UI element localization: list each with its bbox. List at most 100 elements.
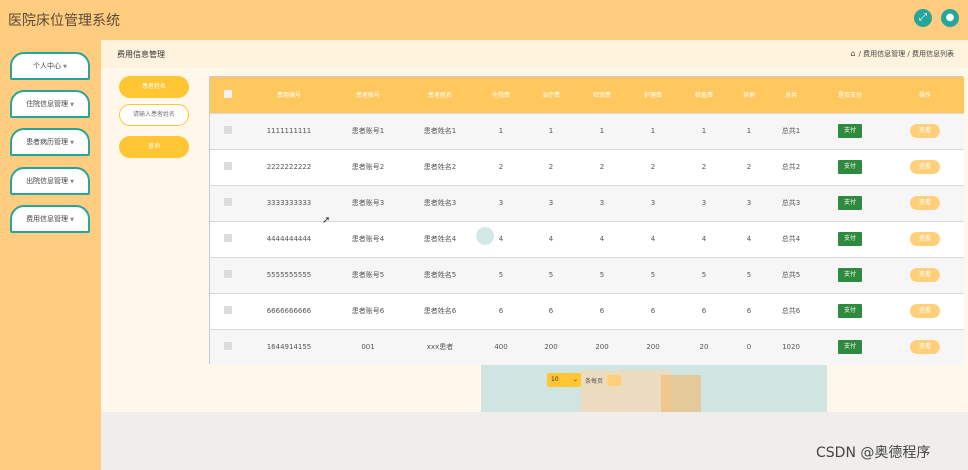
cell-nursing-fee: 2 — [650, 163, 656, 171]
cell-account: 患者账号4 — [351, 235, 385, 243]
pay-button[interactable]: 支付 — [838, 196, 862, 210]
row-checkbox[interactable] — [224, 162, 232, 170]
sidebar-item-medical-records[interactable]: 患者病历管理 ▼ — [10, 128, 90, 156]
cell-total: 总共2 — [781, 163, 801, 171]
sidebar-item-discharge[interactable]: 出院信息管理 ▼ — [10, 167, 90, 195]
cell-name: xxx患者 — [426, 343, 454, 352]
query-button[interactable]: 查询 — [119, 136, 189, 158]
view-button[interactable]: 查看 — [910, 268, 940, 282]
cell-total: 1020 — [782, 343, 800, 352]
view-button[interactable]: 查看 — [910, 232, 940, 246]
row-checkbox-cell[interactable] — [210, 149, 246, 185]
table-row: 6666666666 患者账号6 患者姓名6 6 6 6 6 6 6 总共6 支… — [210, 293, 964, 329]
select-all-checkbox[interactable] — [224, 89, 232, 98]
watermark: CSDN @奥德程序 — [816, 445, 931, 461]
column-header[interactable]: 患者账号 — [332, 77, 404, 113]
cell-fee-id: 3333333333 — [266, 199, 312, 207]
select-all-cell[interactable] — [210, 77, 246, 113]
column-header[interactable]: 费用编号 — [246, 77, 332, 113]
pay-button[interactable]: 支付 — [838, 232, 862, 246]
pay-button[interactable]: 支付 — [838, 160, 862, 174]
row-checkbox-cell[interactable] — [210, 293, 246, 329]
cell-hospitalization-fee: 5 — [498, 271, 504, 279]
sidebar-item-inpatient[interactable]: 住院信息管理 ▼ — [10, 90, 90, 118]
row-checkbox[interactable] — [224, 306, 232, 314]
search-input[interactable]: 请输入患者姓名 — [119, 104, 189, 126]
sidebar-item-personal-center[interactable]: 个人中心 ▼ — [10, 52, 90, 80]
cell-hospitalization-fee: 6 — [498, 307, 504, 315]
row-checkbox-cell[interactable] — [210, 221, 246, 257]
cell-hospitalization-fee: 3 — [498, 199, 504, 207]
column-header[interactable]: 住院费 — [476, 77, 526, 113]
cell-lab-fee: 2 — [599, 163, 605, 171]
fullscreen-icon[interactable]: ⤢ — [914, 9, 932, 27]
cell-treatment-fee: 5 — [548, 271, 554, 279]
cell-treatment-fee: 6 — [548, 307, 554, 315]
column-header[interactable]: 患者姓名 — [404, 77, 476, 113]
cell-treatment-fee: 4 — [548, 235, 554, 243]
pay-button[interactable]: 支付 — [838, 268, 862, 282]
cell-name: 患者姓名2 — [423, 163, 457, 171]
column-header[interactable]: 总共 — [768, 77, 814, 113]
column-header[interactable]: 护理费 — [628, 77, 678, 113]
row-checkbox-cell[interactable] — [210, 329, 246, 365]
row-checkbox[interactable] — [224, 234, 232, 242]
row-checkbox-cell[interactable] — [210, 113, 246, 149]
row-checkbox[interactable] — [224, 342, 232, 351]
cell-account: 患者账号3 — [351, 199, 385, 207]
pay-button[interactable]: 支付 — [838, 340, 862, 355]
view-button[interactable]: 查看 — [910, 340, 940, 355]
view-button[interactable]: 查看 — [910, 304, 940, 318]
page-size-value: 10 — [551, 376, 559, 383]
row-checkbox[interactable] — [224, 270, 232, 278]
view-button[interactable]: 查看 — [910, 196, 940, 210]
cell-total: 总共3 — [781, 199, 801, 207]
app-title: 医院床位管理系统 — [8, 13, 120, 29]
action-cell: 查看 — [886, 329, 964, 365]
cell-other: 2 — [746, 163, 752, 171]
cell-account: 患者账号2 — [351, 163, 385, 171]
chevron-down-icon: ▼ — [70, 217, 74, 223]
table-header-row: 费用编号 患者账号 患者姓名 住院费 治疗费 检验费 护理费 检查费 其他 总共… — [210, 77, 964, 113]
column-header: 是否支付 — [837, 92, 862, 100]
action-cell: 查看 — [886, 113, 964, 149]
cell-other: 0 — [746, 343, 752, 352]
cell-account: 患者账号5 — [351, 271, 385, 279]
column-header[interactable]: 检查费 — [678, 77, 730, 113]
cell-other: 1 — [746, 127, 752, 135]
sidebar-item-label: 患者病历管理 — [26, 138, 69, 146]
cell-lab-fee: 3 — [599, 199, 605, 207]
column-header[interactable]: 其他 — [730, 77, 768, 113]
view-button[interactable]: 查看 — [910, 160, 940, 174]
page-size-select[interactable]: 10 ⌄ — [547, 373, 581, 387]
column-header[interactable]: 检验费 — [576, 77, 628, 113]
row-checkbox-cell[interactable] — [210, 257, 246, 293]
pay-button[interactable]: 支付 — [838, 124, 862, 138]
cell-name: 患者姓名3 — [423, 199, 457, 207]
chevron-down-icon: ▼ — [70, 140, 74, 146]
cell-total: 总共1 — [781, 127, 801, 135]
pay-cell: 支付 — [814, 221, 886, 257]
row-checkbox-cell[interactable] — [210, 185, 246, 221]
cell-treatment-fee: 3 — [548, 199, 554, 207]
cell-nursing-fee: 3 — [650, 199, 656, 207]
cell-fee-id: 2222222222 — [266, 163, 312, 171]
breadcrumb-path[interactable]: / 费用信息管理 / 费用信息列表 — [859, 50, 954, 58]
table-row: 1644914155 001 xxx患者 400 200 200 200 20 … — [210, 329, 964, 365]
cell-account: 001 — [361, 343, 375, 352]
user-icon[interactable]: ● — [941, 9, 959, 27]
click-indicator — [476, 227, 494, 245]
view-button[interactable]: 查看 — [910, 124, 940, 138]
home-icon[interactable]: ⌂ — [851, 49, 856, 58]
pay-cell: 支付 — [814, 113, 886, 149]
cell-total: 总共5 — [781, 271, 801, 279]
row-checkbox[interactable] — [224, 198, 232, 206]
column-header[interactable]: 治疗费 — [526, 77, 576, 113]
page-jump-box[interactable] — [607, 375, 621, 386]
cell-total: 总共6 — [781, 307, 801, 315]
sidebar-item-fees[interactable]: 费用信息管理 ▼ — [10, 205, 90, 233]
pay-button[interactable]: 支付 — [838, 304, 862, 318]
cell-exam-fee: 5 — [701, 271, 707, 279]
row-checkbox[interactable] — [224, 126, 232, 134]
cell-exam-fee: 20 — [699, 343, 709, 352]
